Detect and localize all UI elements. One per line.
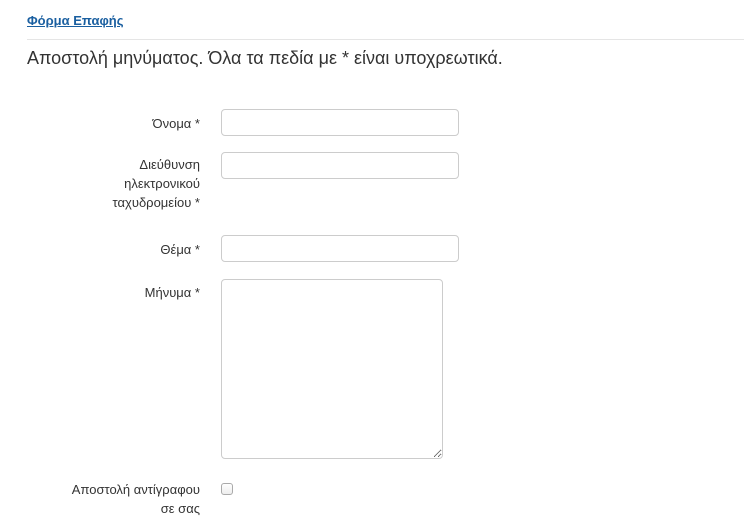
page-title-link[interactable]: Φόρμα Επαφής [27,13,123,28]
message-label: Μήνυμα * [144,285,200,300]
subject-label: Θέμα * [160,242,200,257]
copy-label: Αποστολή αντίγραφου σε σας [0,480,200,518]
message-textarea[interactable] [221,279,443,459]
copy-label-line-2: σε σας [160,501,200,516]
email-input[interactable] [221,152,459,179]
send-copy-checkbox[interactable] [221,483,233,495]
contact-form-page: Φόρμα Επαφής Αποστολή μηνύματος. Όλα τα … [0,0,744,525]
name-input[interactable] [221,109,459,136]
copy-label-line-1: Αποστολή αντίγραφου [71,482,200,497]
email-label: Διεύθυνση ηλεκτρονικού ταχυδρομείου * [0,155,200,212]
email-label-line-2: ηλεκτρονικού [124,176,200,191]
name-label: Όνομα * [152,116,200,131]
header-divider [27,39,744,40]
subject-input[interactable] [221,235,459,262]
email-label-line-3: ταχυδρομείου * [112,195,200,210]
email-label-line-1: Διεύθυνση [139,157,200,172]
form-intro-text: Αποστολή μηνύματος. Όλα τα πεδία με * εί… [27,48,503,68]
